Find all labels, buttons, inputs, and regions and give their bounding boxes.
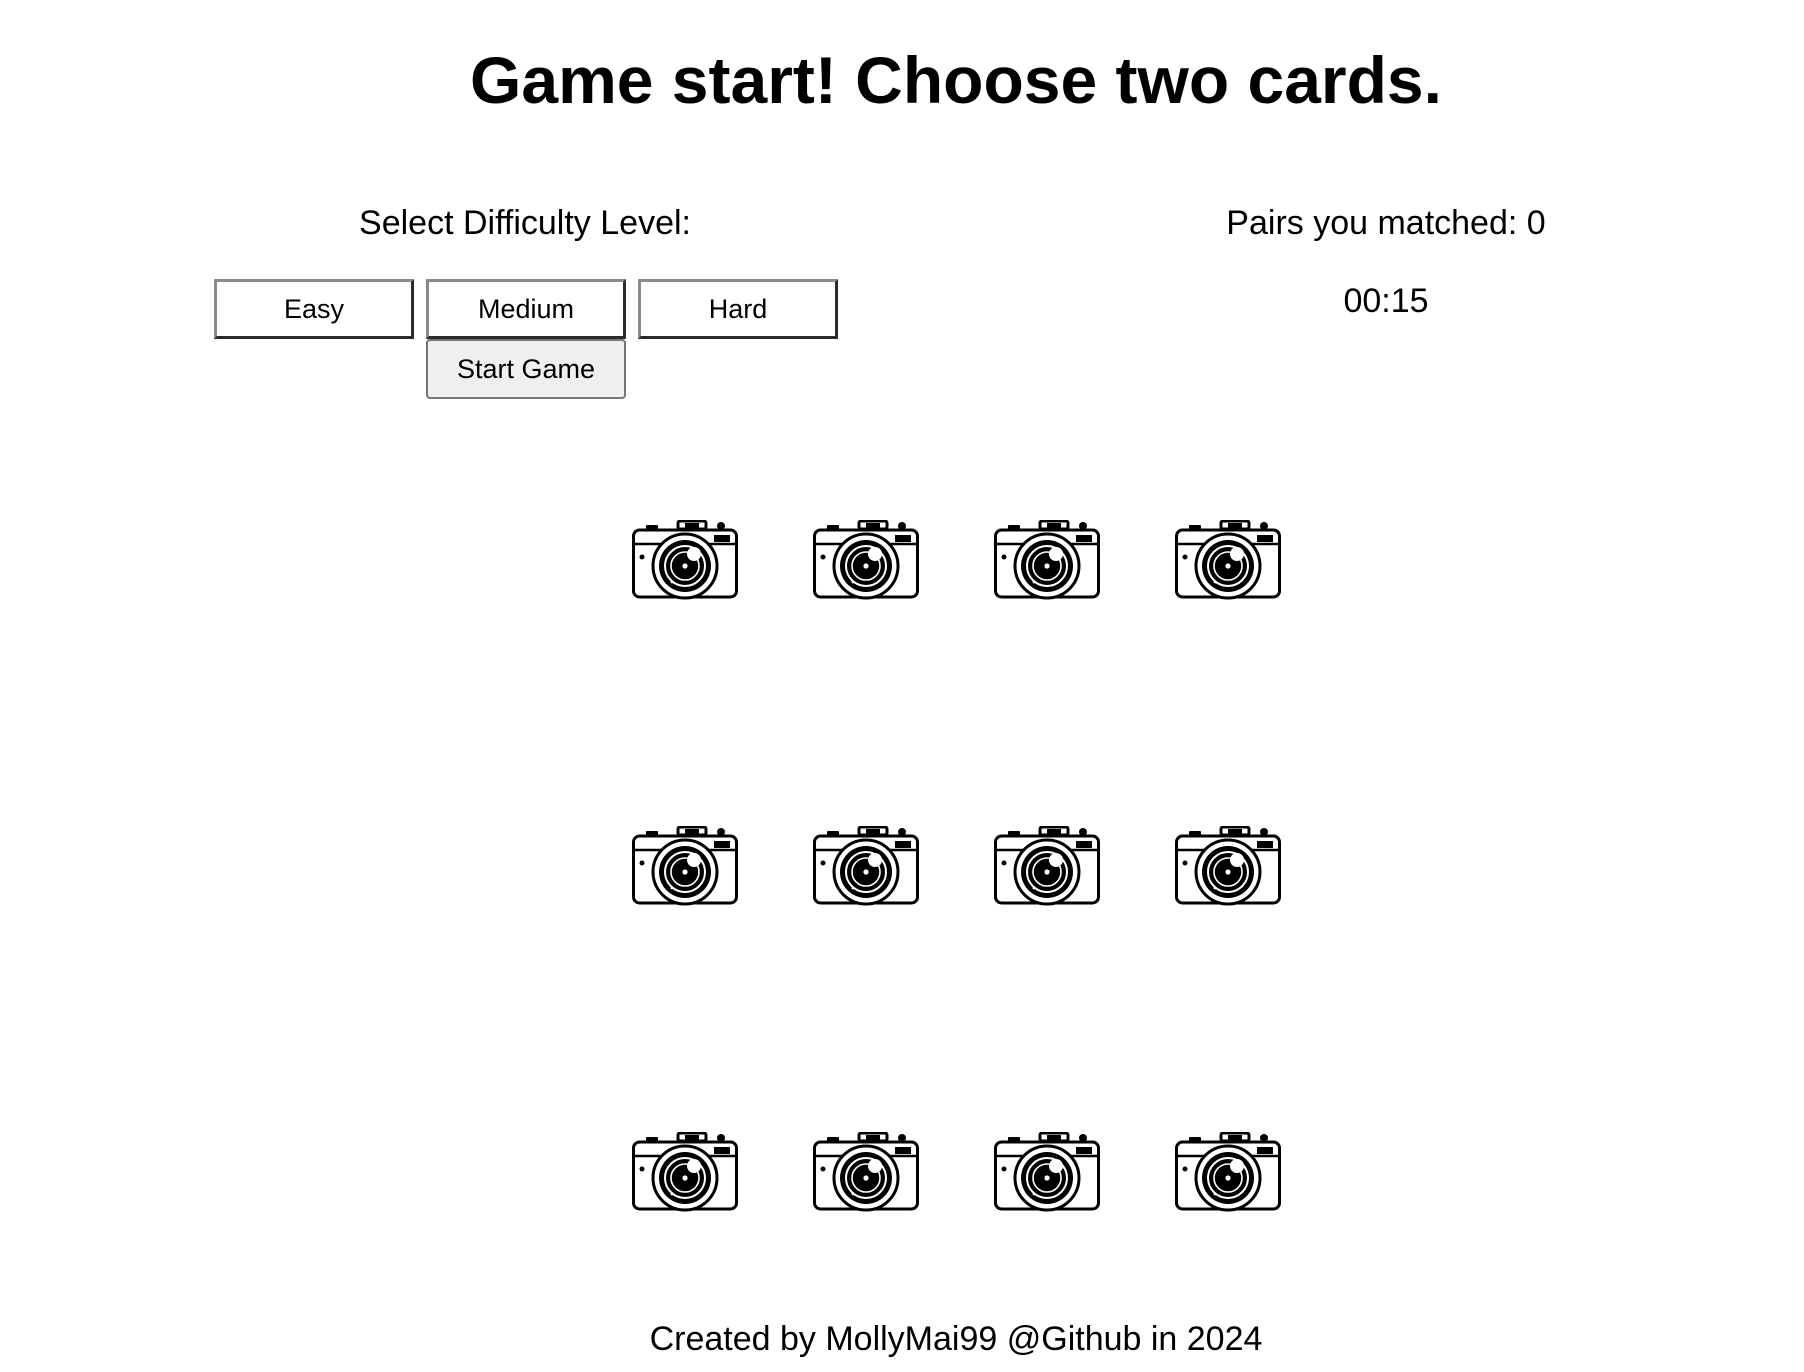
camera-icon [994,826,1100,906]
card[interactable] [632,520,738,600]
card[interactable] [632,1132,738,1212]
camera-icon [632,1132,738,1212]
camera-icon [813,826,919,906]
card[interactable] [994,520,1100,600]
game-timer: 00:15 [1343,282,1429,320]
card[interactable] [632,826,738,906]
camera-icon [813,520,919,600]
camera-icon [1175,1132,1281,1212]
page-title: Game start! Choose two cards. [470,43,1442,117]
difficulty-label: Select Difficulty Level: [359,204,691,242]
camera-icon [632,520,738,600]
camera-icon [994,520,1100,600]
footer-credit: Created by MollyMai99 @Github in 2024 [649,1320,1263,1358]
card[interactable] [1175,826,1281,906]
card[interactable] [813,1132,919,1212]
camera-icon [1175,826,1281,906]
card[interactable] [994,826,1100,906]
camera-icon [632,826,738,906]
camera-icon [1175,520,1281,600]
easy-button[interactable]: Easy [214,279,414,339]
medium-button[interactable]: Medium [426,279,626,339]
start-game-button[interactable]: Start Game [426,339,626,399]
card[interactable] [994,1132,1100,1212]
card[interactable] [1175,520,1281,600]
hard-button[interactable]: Hard [638,279,838,339]
camera-icon [813,1132,919,1212]
camera-icon [994,1132,1100,1212]
card[interactable] [813,826,919,906]
card-grid [632,520,1284,1212]
card[interactable] [813,520,919,600]
card[interactable] [1175,1132,1281,1212]
pairs-matched-counter: Pairs you matched: 0 [1226,204,1546,242]
